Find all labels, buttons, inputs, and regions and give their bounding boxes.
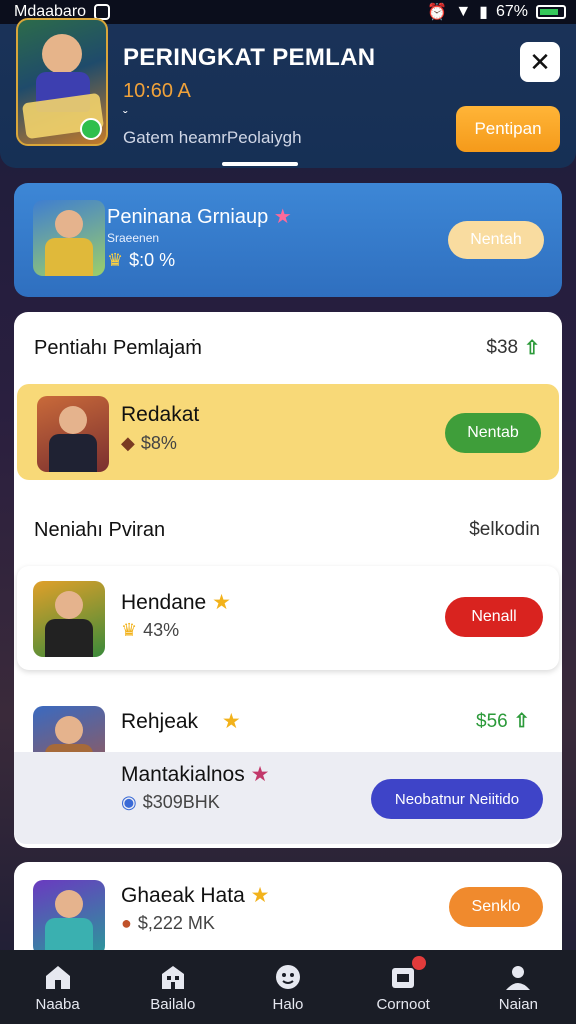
- tab-indicator: [222, 162, 298, 166]
- header-action-button[interactable]: Pentipan: [456, 106, 560, 152]
- item-stat: ◉ $309BHK: [121, 792, 220, 812]
- home-icon: [43, 962, 73, 992]
- item-title: Redakat: [121, 403, 200, 426]
- item-avatar: [33, 581, 105, 657]
- building-icon: [158, 962, 188, 992]
- profile-icon: [503, 962, 533, 992]
- up-arrow-icon: ⇧: [513, 711, 530, 732]
- wifi-icon: ▼: [455, 3, 472, 20]
- item-action-button[interactable]: Nentab: [445, 413, 541, 453]
- item-stat: ♛ 43%: [121, 620, 180, 640]
- featured-title: Peninana Grniaup ★: [107, 206, 292, 228]
- star-icon: ★: [250, 884, 270, 907]
- featured-stat: ♛ $:0 %: [107, 250, 176, 270]
- item-action-button[interactable]: Neobatnur Neiitido: [371, 779, 543, 819]
- diamond-icon: ◉: [121, 792, 137, 812]
- close-button[interactable]: ✕: [520, 42, 560, 82]
- item-value: $56 ⇧: [476, 710, 530, 733]
- star-icon: ★: [212, 591, 231, 614]
- header-tick: ˇ: [123, 108, 128, 124]
- item-avatar: [33, 880, 105, 956]
- page-title: PERINGKAT PEMLAN: [123, 44, 376, 71]
- gem-icon: ◆: [121, 433, 135, 453]
- nav-item-profile[interactable]: Naian: [463, 962, 573, 1013]
- ball-icon: ●: [121, 913, 132, 933]
- item-title: Ghaeak Hata ★: [121, 884, 270, 907]
- item-title: Mantakialnos ★: [121, 763, 270, 786]
- crown-icon: ♛: [107, 250, 124, 270]
- notification-icon: [388, 955, 427, 992]
- nav-item-building[interactable]: Bailalo: [118, 962, 228, 1013]
- featured-button[interactable]: Nentah: [448, 221, 544, 259]
- nav-item-chat[interactable]: Halo: [233, 962, 343, 1013]
- header-subtitle: 10:60 A: [123, 80, 191, 102]
- section-header-2: Neniahı Pviran $elkodin: [34, 518, 540, 541]
- battery-icon: [536, 5, 566, 19]
- alarm-icon: ⏰: [427, 4, 448, 21]
- item-stat: ◆ $8%: [121, 433, 177, 453]
- up-arrow-icon: ⇧: [524, 337, 540, 359]
- item-action-button[interactable]: Nenall: [445, 597, 543, 637]
- featured-avatar: [33, 200, 105, 276]
- item-stat: ● $,222 MK: [121, 913, 215, 933]
- section-header-1: Pentiahı Pemlajaṁ $38 ⇧: [34, 336, 540, 359]
- star-icon: ★: [250, 763, 270, 786]
- verified-badge-icon: [80, 118, 102, 140]
- player-figure: [42, 34, 82, 74]
- item-title: Hendane ★: [121, 591, 231, 614]
- item-action-button[interactable]: Senklo: [449, 887, 543, 927]
- nav-item-notifications[interactable]: Cornoot: [348, 955, 458, 1013]
- game-thumbnail[interactable]: [16, 18, 108, 146]
- chat-face-icon: [273, 962, 303, 992]
- star-icon: ★: [221, 710, 241, 733]
- nav-item-home[interactable]: Naaba: [3, 962, 113, 1013]
- star-icon: ★: [273, 206, 292, 228]
- item-title: Rehjeak ★: [121, 710, 241, 733]
- featured-tag: Sraeenen: [107, 231, 160, 245]
- battery-percent: 67%: [495, 3, 528, 20]
- bottom-navbar: Naaba Bailalo Halo Cornoot Naian: [0, 950, 576, 1024]
- crown-icon: ♛: [121, 620, 138, 640]
- header-description: Gatem heamrPeolaiygh: [123, 128, 302, 147]
- item-avatar: [37, 396, 109, 472]
- notification-badge: [412, 955, 427, 970]
- signal-icon: ▮: [479, 4, 488, 21]
